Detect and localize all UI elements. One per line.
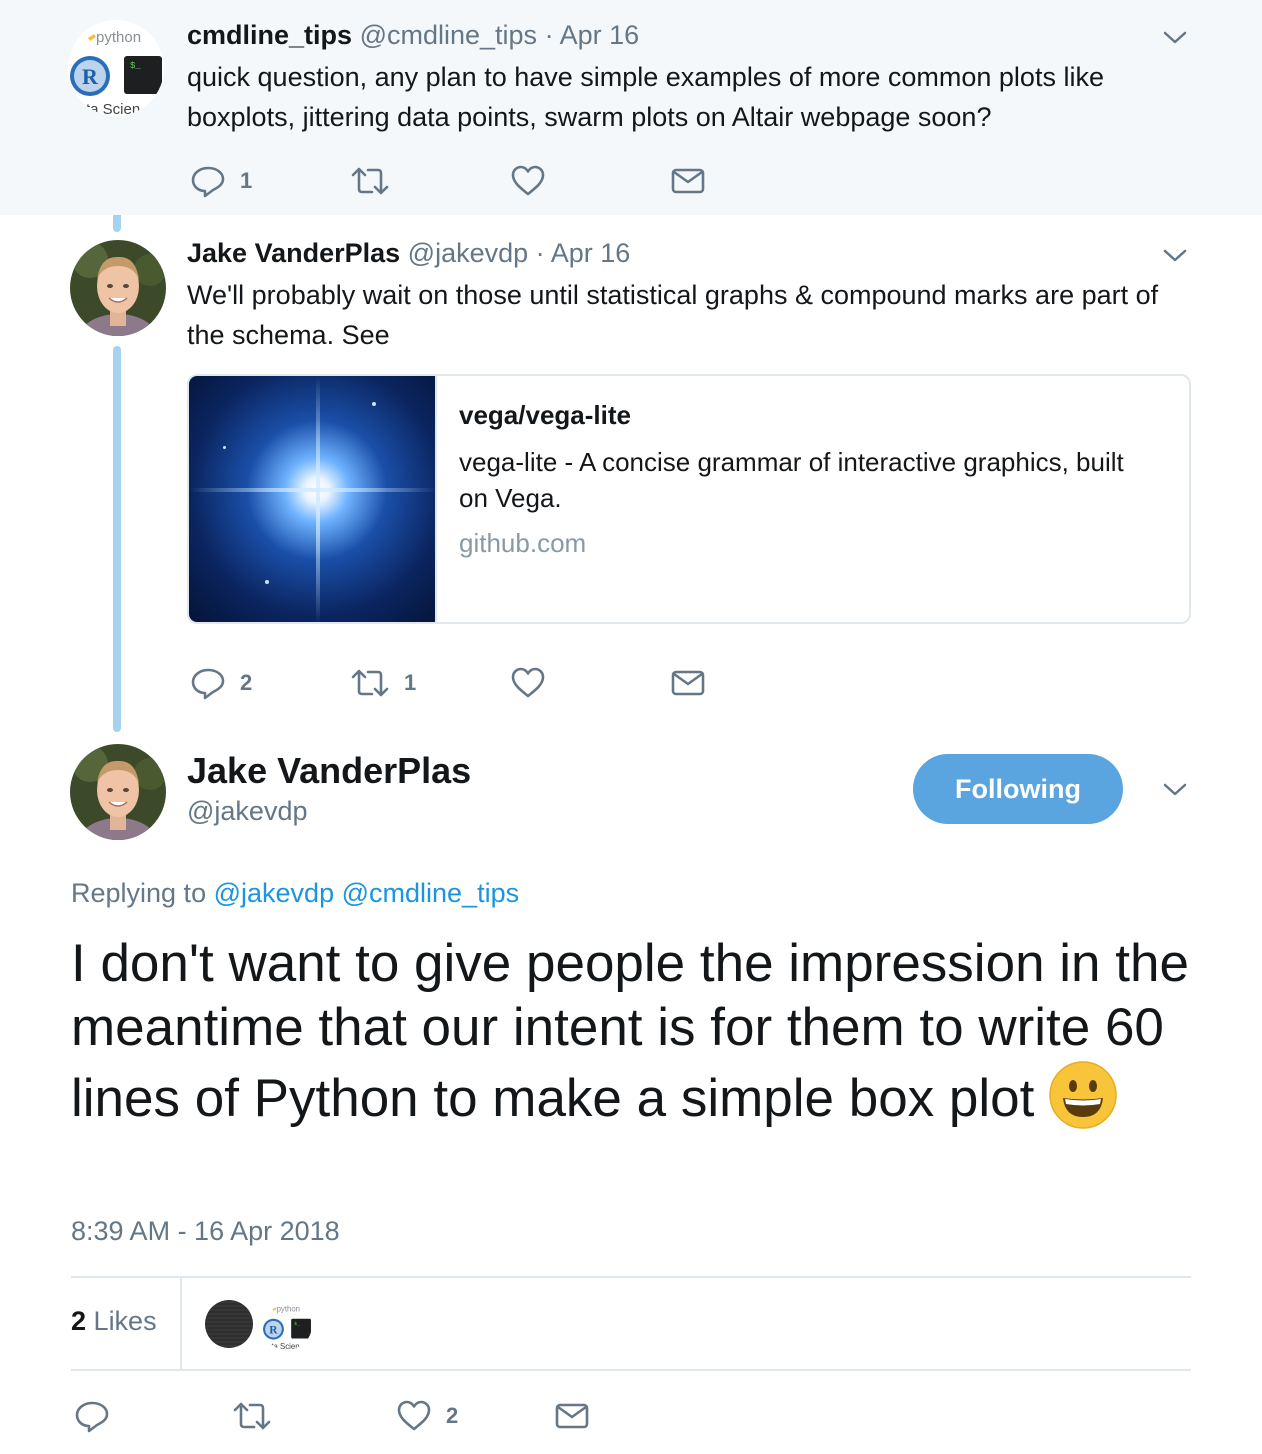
reply-count: 1: [240, 168, 253, 193]
divider: [71, 1369, 1191, 1371]
avatar-jakevdp-main[interactable]: [70, 744, 166, 840]
tweet-header: cmdline_tips @cmdline_tips · Apr 16: [187, 20, 639, 51]
like-icon: [511, 667, 545, 698]
stats-divider: [180, 1278, 182, 1370]
grinning-emoji-icon: [1049, 1061, 1118, 1129]
author-handle[interactable]: @cmdline_tips: [360, 20, 537, 50]
author-name[interactable]: Jake VanderPlas: [187, 238, 400, 268]
dm-icon: [671, 168, 705, 194]
chevron-down-icon[interactable]: [1160, 28, 1190, 48]
retweet-count: 1: [404, 670, 417, 695]
replying-to: Replying to @jakevdp @cmdline_tips: [71, 878, 519, 909]
author-name[interactable]: cmdline_tips: [187, 20, 352, 50]
tweet-text: We'll probably wait on those until stati…: [187, 280, 1159, 350]
reply-icon: [191, 166, 225, 198]
avatar-terminal-text: $_: [130, 61, 141, 71]
link-card[interactable]: vega/vega-lite vega-lite - A concise gra…: [187, 374, 1191, 624]
tweet-actions: 1: [190, 163, 730, 199]
retweet-icon: [233, 1402, 271, 1430]
liker-caption-text: ta Scien: [271, 1342, 299, 1350]
like-count: 2: [446, 1403, 459, 1428]
reply-button[interactable]: 2: [190, 665, 252, 701]
reply-icon: [191, 668, 225, 700]
tweet-actions: 2 1: [190, 665, 730, 701]
chevron-down-icon[interactable]: [1160, 246, 1190, 266]
main-tweet-text: I don't want to give people the impressi…: [71, 932, 1211, 1131]
dm-button[interactable]: [670, 665, 706, 701]
main-tweet-actions: 2: [74, 1398, 614, 1434]
mention-link[interactable]: @jakevdp: [214, 878, 334, 908]
dm-button[interactable]: [670, 163, 706, 199]
retweet-icon: [351, 167, 389, 195]
tweet-date[interactable]: Apr 16: [560, 20, 640, 50]
retweet-button[interactable]: 1: [350, 665, 416, 701]
liker-avatar-1[interactable]: [205, 1300, 253, 1348]
main-author-name[interactable]: Jake VanderPlas: [187, 750, 471, 792]
retweet-button[interactable]: [232, 1398, 286, 1434]
card-title: vega/vega-lite: [459, 400, 631, 430]
avatar-jakevdp[interactable]: [70, 240, 166, 336]
like-button[interactable]: 2: [396, 1398, 458, 1434]
liker-r-text: R: [269, 1324, 278, 1336]
reply-button[interactable]: [74, 1398, 124, 1434]
card-thumbnail: [189, 376, 437, 622]
card-description: vega-lite - A concise grammar of interac…: [459, 447, 1124, 513]
likes-label: Likes: [93, 1306, 157, 1336]
retweet-icon: [351, 669, 389, 697]
reply-button[interactable]: 1: [190, 163, 252, 199]
thread-line-2: [113, 346, 121, 732]
like-button[interactable]: [510, 665, 560, 701]
dm-icon: [555, 1403, 589, 1429]
like-icon: [397, 1400, 431, 1431]
liker-avatar-2[interactable]: python R $_ ta Scien: [262, 1300, 312, 1350]
author-handle[interactable]: @jakevdp: [408, 238, 528, 268]
main-tweet-text-content: I don't want to give people the impressi…: [71, 934, 1189, 1128]
tweet-date[interactable]: Apr 16: [551, 238, 631, 268]
avatar-cmdline-tips[interactable]: python R $_ ta Scien: [68, 20, 164, 116]
main-author-handle[interactable]: @jakevdp: [187, 796, 307, 827]
tweet-header: Jake VanderPlas @jakevdp · Apr 16: [187, 238, 630, 269]
likes-number: 2: [71, 1306, 87, 1336]
reply-count: 2: [240, 670, 253, 695]
dm-icon: [671, 670, 705, 696]
separator-dot: ·: [544, 20, 554, 50]
separator-dot: ·: [535, 238, 545, 268]
retweet-button[interactable]: [350, 163, 404, 199]
divider: [71, 1276, 1191, 1278]
chevron-down-icon[interactable]: [1160, 780, 1190, 800]
avatar-r-text: R: [82, 64, 99, 89]
card-domain: github.com: [459, 528, 587, 558]
following-button[interactable]: Following: [913, 754, 1123, 824]
reply-icon: [75, 1401, 109, 1433]
liker-terminal-text: $_: [294, 1321, 300, 1327]
liker-python-text: python: [277, 1304, 300, 1313]
likes-count[interactable]: 2 Likes: [71, 1306, 157, 1337]
tweet-text: quick question, any plan to have simple …: [187, 62, 1104, 132]
like-button[interactable]: [510, 163, 560, 199]
avatar-caption-text: ta Scien: [86, 101, 140, 116]
tweet-timestamp[interactable]: 8:39 AM - 16 Apr 2018: [71, 1216, 340, 1247]
avatar-python-text: python: [96, 29, 141, 46]
mention-link[interactable]: @cmdline_tips: [342, 878, 519, 908]
replying-prefix: Replying to: [71, 878, 207, 908]
tweet-cmdline-tips[interactable]: python R $_ ta Scien cmdline_tips @cmdli…: [0, 0, 1262, 215]
dm-button[interactable]: [554, 1398, 590, 1434]
like-icon: [511, 165, 545, 196]
